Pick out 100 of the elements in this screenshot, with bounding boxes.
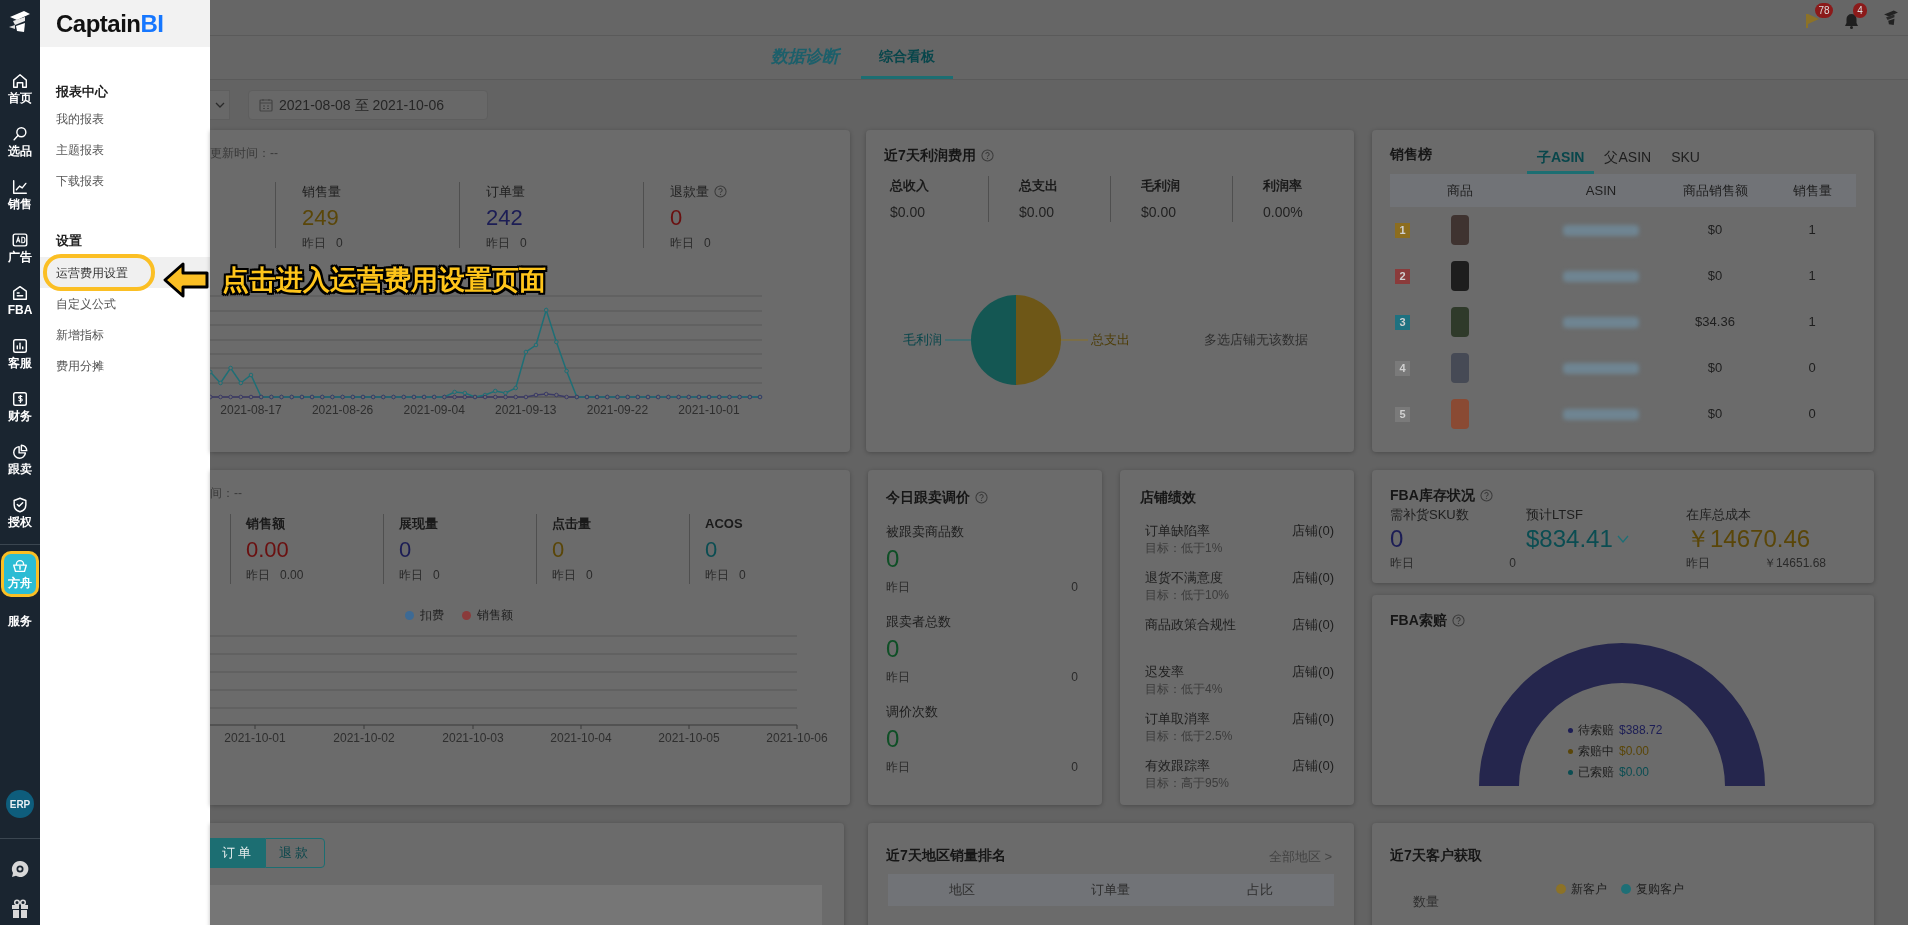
home-icon xyxy=(11,72,29,90)
metric-label: 退货不满意度 xyxy=(1145,569,1224,587)
table-cell-text: $34.36 xyxy=(1694,313,1736,332)
table-cell-text: 1 xyxy=(1807,313,1817,332)
axis-label: 2021-10-03 xyxy=(442,731,504,745)
metric-status: 店铺(0) xyxy=(1292,616,1334,634)
metric-label: 有效跟踪率 xyxy=(1145,757,1211,775)
flag-icon[interactable] xyxy=(1806,12,1820,29)
yesterday-value: 0 xyxy=(336,234,343,252)
nav-item[interactable]: 客服 xyxy=(2,331,38,376)
table-cell-text: $0 xyxy=(1706,221,1724,240)
chevron-down-icon xyxy=(214,102,225,108)
metric-label: 订单缺陷率 xyxy=(1145,522,1211,540)
nav-item[interactable]: 首页 xyxy=(2,66,38,111)
avatar-icon[interactable] xyxy=(1882,8,1900,27)
yesterday-label: 昨日 xyxy=(486,234,510,252)
card-title: 店铺绩效 xyxy=(1140,487,1196,507)
rank-badge: 3 xyxy=(1395,314,1410,330)
nav-item[interactable]: 跟卖 xyxy=(2,437,38,482)
axis-label: 2021-09-22 xyxy=(586,403,649,417)
menu-item[interactable]: 下载报表 xyxy=(40,171,104,190)
metric-value: 0 xyxy=(886,544,901,574)
yesterday-label: 昨日 xyxy=(552,567,576,584)
product-photo xyxy=(1451,399,1469,429)
leader-line xyxy=(1061,339,1088,341)
nav-item[interactable]: 服务 xyxy=(2,598,38,643)
product-photo xyxy=(1451,307,1469,337)
dollar-icon xyxy=(11,390,29,408)
nav-item[interactable]: FBA xyxy=(2,278,38,323)
legend-label: 待索赔 xyxy=(1578,722,1614,739)
metric-value: 0 xyxy=(886,634,901,664)
yesterday-value: 0 xyxy=(1071,759,1078,776)
yesterday-value: 0 xyxy=(704,234,711,252)
metric-label: 跟卖者总数 xyxy=(886,613,952,631)
stat-label: 利润率 xyxy=(1263,177,1303,195)
notification-badge: 78 xyxy=(1815,2,1833,18)
menu-item[interactable]: 费用分摊 xyxy=(40,356,104,375)
metric-status: 店铺(0) xyxy=(1292,710,1334,728)
bell-icon[interactable] xyxy=(1844,12,1859,29)
gift-icon[interactable] xyxy=(10,899,30,919)
product-photo xyxy=(1451,353,1469,383)
nav-item[interactable]: 广告 xyxy=(2,225,38,270)
nav-item[interactable]: 选品 xyxy=(2,119,38,164)
yesterday-value: 0 xyxy=(1509,555,1516,572)
table-cell-text: $0 xyxy=(1706,405,1724,424)
stat-label: 展现量 xyxy=(399,515,438,534)
metric-label: 调价次数 xyxy=(886,703,939,721)
column-header: 订单量 xyxy=(1090,881,1132,900)
stat-value: 0 xyxy=(705,536,719,564)
rank-badge: 2 xyxy=(1395,268,1410,284)
section-title: 设置 xyxy=(55,232,83,251)
menu-item[interactable]: 我的报表 xyxy=(40,109,104,128)
metric-label: 商品政策合规性 xyxy=(1145,616,1236,634)
menu-item[interactable]: 主题报表 xyxy=(40,140,104,159)
metric-status: 店铺(0) xyxy=(1292,522,1334,540)
menu-item[interactable]: 自定义公式 xyxy=(40,294,116,313)
dropdown-field[interactable] xyxy=(210,90,230,120)
nav-item[interactable]: 销售 xyxy=(2,172,38,217)
rank-badge: 1 xyxy=(1395,222,1410,238)
metric-label: 迟发率 xyxy=(1145,663,1185,681)
stat-label: 点击量 xyxy=(552,515,591,534)
pie-chart-icon xyxy=(11,443,29,461)
legend-label: 复购客户 xyxy=(1636,881,1684,898)
yesterday-label: 昨日 xyxy=(886,759,910,776)
stat-value: ￥14670.46 xyxy=(1686,524,1811,554)
nav-item[interactable]: 财务 xyxy=(2,384,38,429)
legend-value: $0.00 xyxy=(1619,743,1650,760)
table-cell-text: $0 xyxy=(1706,267,1724,286)
column-header: ASIN xyxy=(1584,181,1618,200)
legend-value: $388.72 xyxy=(1619,722,1663,739)
card-title: 今日跟卖调价 xyxy=(886,487,970,507)
chart-label: 总支出 xyxy=(1091,331,1130,350)
date-range-text: 2021-08-08 至 2021-10-06 xyxy=(279,95,444,115)
axis-label: 2021-10-01 xyxy=(678,403,740,417)
axis-label: 2021-09-13 xyxy=(495,403,557,417)
axis-label: 2021-09-04 xyxy=(403,403,465,417)
chat-icon[interactable] xyxy=(10,859,30,879)
stat-value: 0.00% xyxy=(1263,202,1304,222)
legend-value: $0.00 xyxy=(1619,764,1650,781)
line-chart-icon xyxy=(11,178,29,196)
axis-label: 2021-10-02 xyxy=(333,731,395,745)
yesterday-value: 0.00 xyxy=(280,567,304,584)
metric-status: 店铺(0) xyxy=(1292,757,1334,775)
metric-status: 店铺(0) xyxy=(1292,663,1334,681)
search-icon xyxy=(11,125,29,143)
column-header: 商品销售额 xyxy=(1681,181,1749,200)
yesterday-value: 0 xyxy=(739,567,746,584)
stat-value: $0.00 xyxy=(890,202,927,222)
nav-item[interactable]: 授权 xyxy=(2,490,38,535)
stat-value: $0.00 xyxy=(1019,202,1056,222)
column-header: 销售量 xyxy=(1791,181,1833,200)
section-title: 报表中心 xyxy=(54,83,109,102)
erp-badge[interactable]: ERP xyxy=(6,790,34,818)
toggle-button[interactable]: 订单 xyxy=(210,838,265,868)
stat-label: 订单量 xyxy=(486,183,525,201)
rank-badge: 4 xyxy=(1395,360,1410,376)
stat-value: 0 xyxy=(670,203,684,232)
metric-label: 订单取消率 xyxy=(1145,710,1211,728)
menu-item[interactable]: 新增指标 xyxy=(40,325,104,344)
metric-status: 店铺(0) xyxy=(1292,569,1334,587)
